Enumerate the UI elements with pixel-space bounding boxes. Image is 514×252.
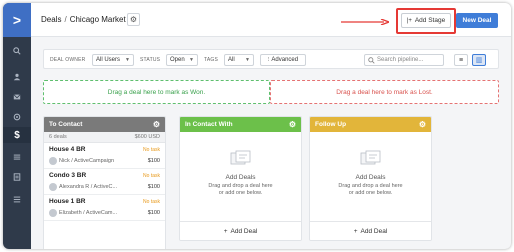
filter-bar: DEAL OWNER All Users ▼ STATUS Open ▼ TAG…	[43, 49, 499, 69]
avatar	[49, 157, 57, 165]
plus-icon: +	[223, 227, 228, 235]
stage-column-follow-up: Follow Up ⚙ Add Deals Drag and drop a de…	[309, 116, 432, 241]
add-deal-button[interactable]: + Add Deal	[180, 221, 301, 240]
deal-task-status: No task	[143, 173, 160, 179]
deal-cards-icon	[230, 150, 251, 165]
chevron-down-icon: ▼	[245, 57, 250, 63]
list-view-button[interactable]: ≡	[454, 54, 468, 66]
avatar	[49, 209, 57, 217]
add-stage-button[interactable]: |+ Add Stage	[401, 13, 451, 28]
add-column-icon: |+	[406, 17, 412, 24]
pipeline-selector[interactable]: Chicago Market	[70, 15, 126, 24]
owner-filter-label: DEAL OWNER	[50, 57, 86, 63]
add-deal-label: Add Deal	[360, 227, 388, 235]
chevron-down-icon: ▼	[125, 57, 130, 63]
page-header: Deals / Chicago Market ▼ ⚙ |+ Add Stage …	[31, 3, 511, 37]
stage-title: Follow Up	[315, 121, 347, 128]
annotation-arrow-icon	[341, 19, 389, 25]
search-icon[interactable]	[3, 43, 31, 59]
won-dropzone[interactable]: Drag a deal here to mark as Won.	[43, 80, 270, 104]
stage-title: In Contact With	[185, 121, 233, 128]
breadcrumb-section[interactable]: Deals	[41, 15, 61, 24]
empty-title: Add Deals	[355, 174, 386, 181]
empty-text: Drag and drop a deal here or add one bel…	[180, 183, 301, 197]
new-deal-button[interactable]: New Deal	[456, 13, 498, 28]
empty-stage-dropzone[interactable]: Add Deals Drag and drop a deal here or a…	[310, 132, 431, 224]
kanban-view-button[interactable]: ▥	[472, 54, 486, 66]
stage-total: $600 USD	[134, 134, 160, 140]
advanced-filter-label: Advanced	[271, 57, 299, 63]
gear-icon: ⚙	[129, 15, 138, 24]
tags-filter-label: TAGS	[204, 57, 219, 63]
add-deal-label: Add Deal	[230, 227, 258, 235]
search-icon	[368, 57, 375, 64]
stage-column-to-contact: To Contact ⚙ 6 deals $600 USD House 4 BR…	[43, 116, 166, 249]
deal-value: $100	[147, 184, 160, 190]
deal-owner: Elizabeth / ActiveCam...	[59, 210, 118, 216]
breadcrumb-separator: /	[64, 15, 67, 24]
stage-header[interactable]: Follow Up ⚙	[310, 117, 431, 132]
deal-card[interactable]: House 1 BR No task Elizabeth / ActiveCam…	[44, 195, 165, 221]
deal-card[interactable]: Condo 3 BR No task Alexandra R / ActiveC…	[44, 169, 165, 195]
gear-icon[interactable]: ⚙	[289, 120, 296, 129]
lost-dropzone[interactable]: Drag a deal here to mark as Lost.	[270, 80, 499, 104]
stage-header[interactable]: To Contact ⚙	[44, 117, 165, 132]
empty-text-line: or add one below.	[218, 190, 263, 196]
status-filter-label: STATUS	[140, 57, 161, 63]
empty-text-line: or add one below.	[348, 190, 393, 196]
search-placeholder: Search pipeline...	[377, 57, 424, 63]
tags-filter-value: All	[228, 57, 235, 63]
breadcrumb: Deals / Chicago Market ▼	[41, 15, 135, 24]
deal-task-status: No task	[143, 147, 160, 153]
sliders-icon: ⫶	[267, 56, 270, 63]
empty-text-line: Drag and drop a deal here	[338, 183, 403, 189]
deal-card[interactable]: House 4 BR No task Nick / ActiveCampaign…	[44, 143, 165, 169]
settings-icon[interactable]	[3, 191, 31, 207]
app-window: > $ Deals / Chicago Market ▼	[3, 3, 511, 249]
empty-stage-dropzone[interactable]: Add Deals Drag and drop a deal here or a…	[180, 132, 301, 224]
deals-icon[interactable]: $	[3, 127, 31, 143]
stage-header[interactable]: In Contact With ⚙	[180, 117, 301, 132]
stage-column-in-contact-with: In Contact With ⚙ Add Deals Drag and dro…	[179, 116, 302, 241]
stage-title: To Contact	[49, 121, 83, 128]
stage-deal-count: 6 deals	[49, 134, 67, 140]
add-stage-label: Add Stage	[414, 17, 446, 24]
gear-icon[interactable]: ⚙	[153, 120, 160, 129]
email-icon[interactable]	[3, 89, 31, 105]
empty-text: Drag and drop a deal here or add one bel…	[310, 183, 431, 197]
stage-summary: 6 deals $600 USD	[44, 132, 165, 143]
chevron-down-icon: ▼	[189, 57, 194, 63]
left-nav: > $	[3, 3, 31, 249]
deal-owner: Alexandra R / ActiveC...	[59, 184, 118, 190]
status-filter-select[interactable]: Open ▼	[166, 54, 198, 66]
list-icon: ≡	[458, 56, 464, 64]
owner-filter-select[interactable]: All Users ▼	[92, 54, 134, 66]
owner-filter-value: All Users	[96, 57, 121, 63]
lists-icon[interactable]	[3, 149, 31, 165]
reports-icon[interactable]	[3, 169, 31, 185]
deal-task-status: No task	[143, 199, 160, 205]
logo-icon[interactable]: >	[3, 3, 31, 37]
contacts-icon[interactable]	[3, 69, 31, 85]
automations-icon[interactable]	[3, 109, 31, 125]
deal-cards-icon	[360, 150, 381, 165]
deal-owner: Nick / ActiveCampaign	[59, 158, 115, 164]
pipeline-settings-button[interactable]: ⚙	[127, 13, 140, 26]
plus-icon: +	[353, 227, 358, 235]
avatar	[49, 183, 57, 191]
status-filter-value: Open	[170, 57, 185, 63]
tags-filter-select[interactable]: All ▼	[224, 54, 254, 66]
deal-value: $100	[147, 210, 160, 216]
empty-title: Add Deals	[225, 174, 256, 181]
empty-text-line: Drag and drop a deal here	[208, 183, 273, 189]
kanban-icon: ▥	[475, 57, 483, 64]
deal-value: $100	[147, 158, 160, 164]
gear-icon[interactable]: ⚙	[419, 120, 426, 129]
advanced-filter-button[interactable]: ⫶ Advanced	[260, 54, 306, 66]
search-input[interactable]: Search pipeline...	[364, 54, 444, 66]
add-deal-button[interactable]: + Add Deal	[310, 221, 431, 240]
